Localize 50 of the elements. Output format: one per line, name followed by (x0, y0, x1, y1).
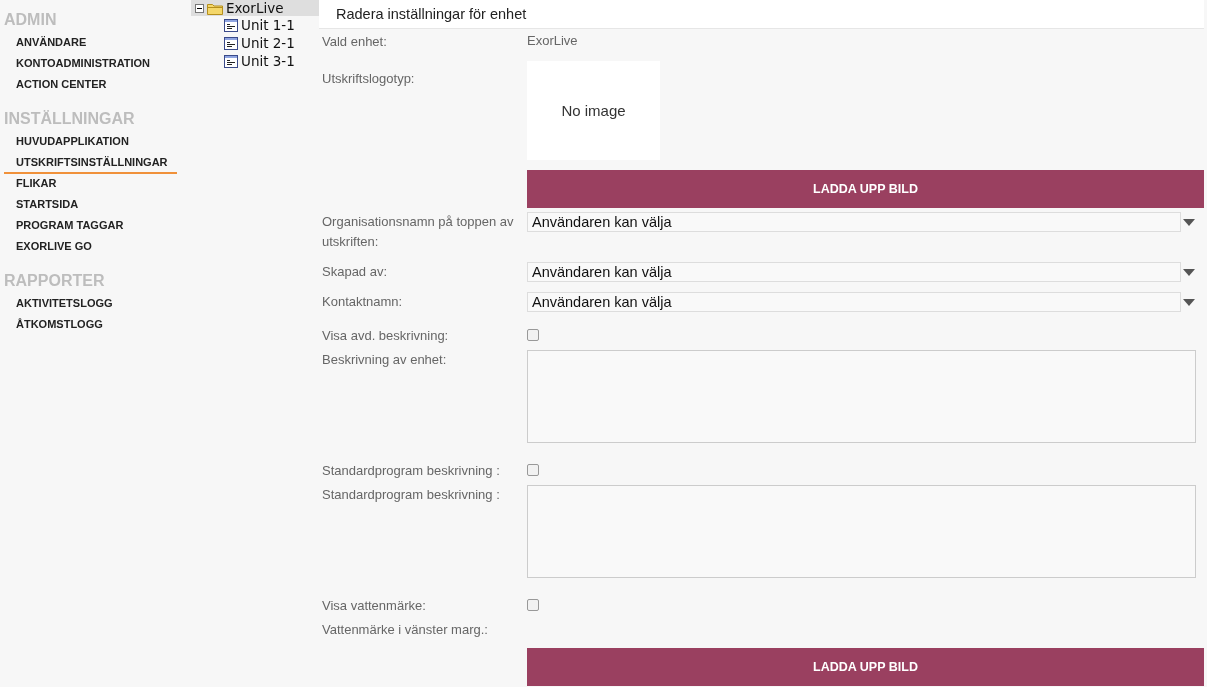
folder-icon (207, 1, 223, 15)
collapse-icon[interactable] (195, 3, 204, 13)
nav-item[interactable]: STARTSIDA (4, 195, 177, 216)
section-heading: ADMIN (3, 11, 58, 29)
list-icon (224, 18, 238, 32)
nav-item[interactable]: KONTOADMINISTRATION (4, 54, 177, 75)
list-icon (224, 36, 238, 50)
select-field[interactable]: Användaren kan välja (527, 212, 1181, 232)
section-heading: RAPPORTER (3, 272, 106, 290)
image-field[interactable]: No image (527, 61, 660, 160)
checkbox[interactable] (527, 599, 539, 611)
field-label: Visa avd. beskrivning: (322, 327, 450, 345)
text-area[interactable] (527, 350, 1196, 443)
text-area[interactable] (527, 485, 1196, 578)
caret-icon[interactable] (1183, 218, 1195, 226)
tree-node[interactable]: Unit 2-1 (191, 34, 319, 52)
checkbox[interactable] (527, 464, 539, 476)
field-label: Kontaktnamn: (322, 293, 404, 311)
field-label: Utskriftslogotyp: (322, 70, 416, 88)
field-label: Standardprogram beskrivning : (322, 462, 501, 480)
nav-item[interactable]: PROGRAM TAGGAR (4, 216, 177, 237)
nav-item[interactable]: UTSKRIFTSINSTÄLLNINGAR (4, 153, 177, 174)
nav-item[interactable]: FLIKAR (4, 174, 177, 195)
section-heading: INSTÄLLNINGAR (3, 110, 136, 128)
nav-item[interactable]: AKTIVITETSLOGG (4, 294, 177, 315)
tree-node[interactable]: ExorLive (191, 0, 319, 16)
nav-item[interactable]: HUVUDAPPLIKATION (4, 132, 177, 153)
field-label: Beskrivning av enhet: (322, 351, 448, 369)
nav-item[interactable]: ÅTKOMSTLOGG (4, 315, 177, 336)
field-label: Standardprogram beskrivning : (322, 486, 501, 504)
list-icon (224, 54, 238, 68)
tree-node[interactable]: Unit 3-1 (191, 52, 319, 70)
nav-item[interactable]: ANVÄNDARE (4, 33, 177, 54)
nav-item[interactable]: EXORLIVE GO (4, 237, 177, 258)
select-field[interactable]: Användaren kan välja (527, 292, 1181, 312)
upload-button[interactable]: LADDA UPP BILD (527, 648, 1204, 686)
field-label: Visa vattenmärke: (322, 597, 427, 615)
upload-button[interactable]: LADDA UPP BILD (527, 170, 1204, 208)
field-label: Skapad av: (322, 263, 389, 281)
caret-icon[interactable] (1183, 268, 1195, 276)
field-label: Vald enhet: (322, 33, 388, 51)
nav-item[interactable]: ACTION CENTER (4, 75, 177, 96)
caret-icon[interactable] (1183, 298, 1195, 306)
field-value: ExorLive (527, 32, 578, 50)
checkbox[interactable] (527, 329, 539, 341)
field-label: Vattenmärke i vänster marg.: (322, 621, 489, 639)
tree-node[interactable]: Unit 1-1 (191, 16, 319, 34)
field-label: Organisationsnamn på toppen av utskriften: (322, 213, 515, 251)
page-header: Radera inställningar för enhet (319, 0, 1204, 29)
select-field[interactable]: Användaren kan välja (527, 262, 1181, 282)
